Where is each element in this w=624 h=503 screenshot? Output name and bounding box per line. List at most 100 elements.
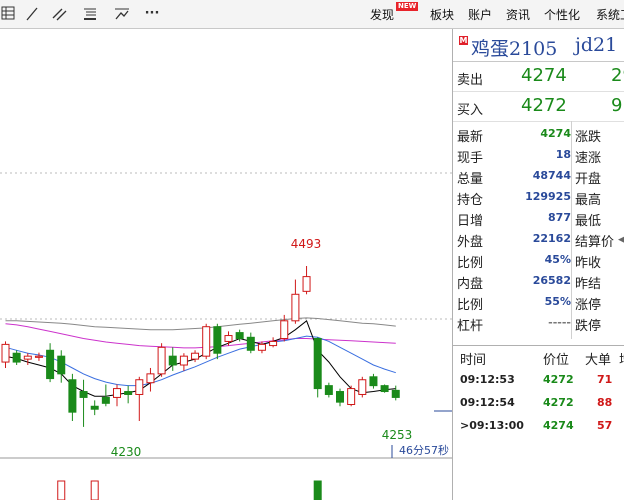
stat-row: 日增 877 最低 — [453, 207, 624, 229]
candle[interactable] — [369, 373, 378, 389]
stat-label: 现手 — [457, 151, 484, 166]
stat-label-right: 结算价 — [575, 235, 615, 250]
kline-svg[interactable]: 4493 4230 4253 46分57秒 — [0, 29, 452, 501]
last-price-label: 4253 — [382, 428, 413, 442]
ask-row[interactable]: 卖出 4274 29 — [453, 62, 624, 92]
candle[interactable] — [46, 343, 55, 383]
candle[interactable] — [124, 385, 133, 404]
stat-row: 比例 45% 昨收 — [453, 249, 624, 271]
candle[interactable] — [302, 266, 311, 295]
menu-system[interactable]: 系统工 — [596, 6, 624, 23]
tick-row[interactable]: 09:12:54 4272 88 — [453, 392, 624, 414]
stat-value: 26582 — [532, 274, 571, 287]
stat-row: 持仓 129925 最高 — [453, 186, 624, 208]
tick-row[interactable]: >09:13:00 4274 57 — [453, 415, 624, 437]
candle[interactable] — [179, 353, 188, 371]
candle[interactable] — [191, 350, 200, 363]
candle[interactable] — [391, 385, 400, 401]
contract-title-row[interactable]: M 鸡蛋2105 jd21 — [453, 29, 624, 62]
tick-price: 4274 — [543, 419, 574, 432]
candle[interactable] — [113, 384, 121, 407]
candle[interactable] — [157, 343, 166, 377]
ticks-header-extra: 增 — [619, 349, 624, 368]
stat-value: 4274 — [540, 127, 571, 140]
candle[interactable] — [246, 332, 255, 354]
candle[interactable] — [358, 376, 367, 398]
candle[interactable] — [12, 350, 21, 366]
dropdown-arrow-icon[interactable]: ◀ — [618, 235, 624, 245]
stat-label: 比例 — [457, 298, 484, 313]
stat-label: 内盘 — [457, 277, 484, 292]
menu-sector[interactable]: 板块 — [430, 6, 454, 23]
candle[interactable] — [291, 279, 300, 324]
contract-code: jd21 — [575, 34, 618, 56]
candle[interactable] — [347, 385, 356, 407]
volume-bar — [57, 480, 66, 501]
candle[interactable] — [324, 382, 333, 398]
ma-line-gray — [5, 317, 396, 331]
candle[interactable] — [202, 323, 211, 360]
bid-label: 买入 — [457, 103, 484, 118]
ask-label: 卖出 — [457, 73, 484, 88]
stat-label-right: 开盘 — [575, 172, 602, 187]
candle[interactable] — [380, 384, 389, 393]
candle[interactable] — [79, 379, 88, 427]
candle[interactable] — [336, 388, 344, 407]
ask-price: 4274 — [521, 65, 567, 86]
stat-row: 外盘 22162 结算价 — [453, 228, 624, 250]
parallel-line-icon[interactable] — [52, 6, 68, 22]
line-draw-icon[interactable] — [24, 6, 40, 22]
ticks-header-time: 时间 — [460, 353, 487, 368]
menu-account[interactable]: 账户 — [468, 6, 492, 23]
stat-value: 129925 — [525, 190, 571, 203]
candle[interactable] — [68, 373, 77, 421]
stat-value: 22162 — [532, 232, 571, 245]
ticks-header-vol: 大单 — [585, 353, 612, 368]
stat-label-right: 涨跌 — [575, 130, 602, 145]
tick-time: 09:12:53 — [460, 373, 515, 386]
menu-personalize[interactable]: 个性化 — [544, 6, 580, 23]
stat-label: 日增 — [457, 214, 484, 229]
candle[interactable] — [213, 323, 222, 360]
tick-row[interactable]: 09:12:53 4272 71 — [453, 369, 624, 391]
stat-label-right: 最低 — [575, 214, 602, 229]
fork-icon[interactable] — [114, 6, 130, 22]
menu-discover[interactable]: 发现 — [370, 6, 394, 23]
contract-name: 鸡蛋2105 — [471, 38, 558, 60]
bid-row[interactable]: 买入 4272 9 — [453, 92, 624, 122]
candle[interactable] — [57, 350, 66, 383]
more-icon[interactable]: ··· — [144, 6, 160, 22]
stat-row: 内盘 26582 昨结 — [453, 270, 624, 292]
top-toolbar: ··· 发现 NEW 板块 账户 资讯 个性化 系统工 — [0, 0, 624, 29]
list-icon[interactable] — [82, 6, 98, 22]
candle[interactable] — [224, 331, 233, 346]
candle[interactable] — [1, 341, 10, 368]
ask-volume: 29 — [611, 65, 624, 86]
countdown-label: 46分57秒 — [399, 443, 449, 457]
new-badge: NEW — [396, 2, 419, 11]
candle[interactable] — [90, 400, 99, 416]
stat-row: 现手 18 速涨 — [453, 144, 624, 166]
tick-volume: 88 — [597, 396, 613, 409]
stat-row: 总量 48744 开盘 — [453, 165, 624, 187]
stat-label-right: 最高 — [575, 193, 602, 208]
candle[interactable] — [146, 367, 155, 392]
menu-news[interactable]: 资讯 — [506, 6, 530, 23]
candle[interactable] — [269, 337, 278, 348]
candle[interactable] — [34, 352, 43, 361]
grid-icon[interactable] — [0, 6, 16, 22]
ticks-header-price: 价位 — [543, 353, 570, 368]
tick-volume: 57 — [597, 419, 613, 432]
candle[interactable] — [135, 376, 144, 421]
stat-label: 比例 — [457, 256, 484, 271]
tick-price: 4272 — [543, 396, 574, 409]
candle[interactable] — [257, 341, 266, 354]
kline-chart[interactable]: 4493 4230 4253 46分57秒 — [0, 29, 452, 501]
ma-line-magenta — [5, 323, 396, 349]
main-contract-icon: M — [459, 36, 468, 45]
stat-label-right: 昨结 — [575, 277, 602, 292]
tick-volume: 71 — [597, 373, 613, 386]
candle[interactable] — [313, 337, 322, 398]
ticks-header: 时间 价位 大单 增 — [453, 345, 624, 368]
stat-row: 最新 4274 涨跌 — [453, 123, 624, 145]
